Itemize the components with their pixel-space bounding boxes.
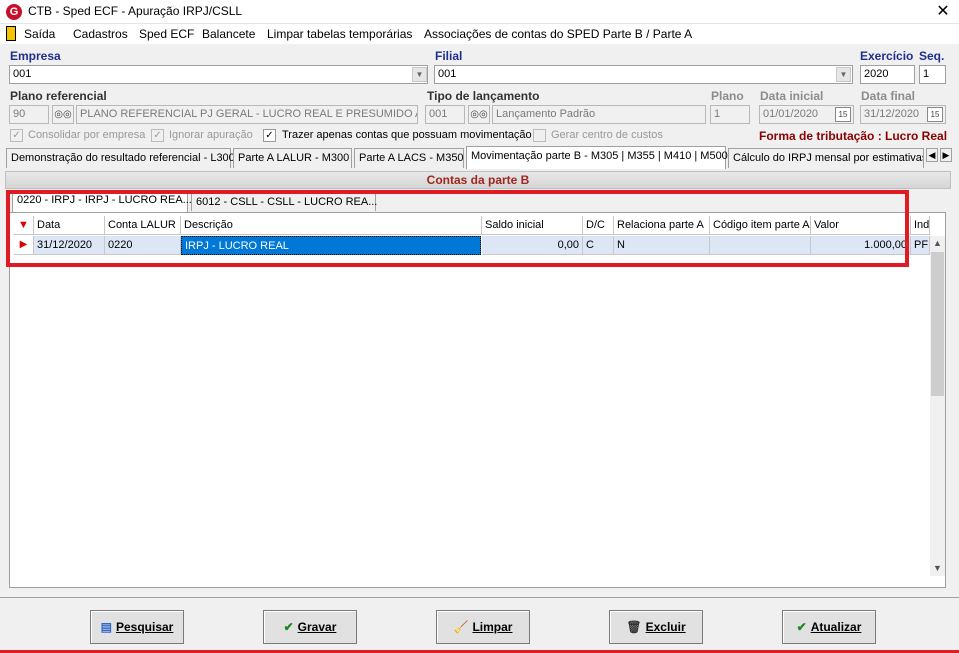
trash-icon: 🗑 (626, 620, 642, 634)
tab-calculo-irpj[interactable]: Cálculo do IRPJ mensal por estimativas - (728, 148, 924, 168)
atualizar-button[interactable]: ✔ Atualizar (782, 610, 876, 644)
contas-parte-b-header: Contas da parte B (5, 171, 951, 189)
seq-field[interactable]: 1 (919, 65, 946, 84)
gerar-label: Gerar centro de custos (551, 129, 663, 141)
forma-tributacao-text: Forma de tributação : Lucro Real (759, 129, 948, 143)
data-grid[interactable] (9, 212, 946, 588)
pesquisar-button[interactable]: ▤ Pesquisar (90, 610, 184, 644)
chevron-down-icon[interactable]: ▼ (836, 67, 851, 82)
menu-saida[interactable]: Saída (24, 27, 55, 41)
gerar-checkbox[interactable] (533, 129, 546, 142)
filial-label: Filial (435, 49, 463, 63)
search-form-icon: ▤ (100, 620, 112, 634)
exercicio-field[interactable]: 2020 (860, 65, 915, 84)
binoculars-search-icon[interactable]: ◎◎ (52, 105, 74, 124)
ignorar-label: Ignorar apuração (169, 129, 253, 141)
data-final-label: Data final (861, 89, 916, 103)
trazer-label: Trazer apenas contas que possuam movimen… (282, 129, 532, 141)
trazer-checkbox[interactable]: ✓ (263, 129, 276, 142)
tipo-lancamento-label: Tipo de lançamento (427, 89, 540, 103)
limpar-label: Limpar (472, 620, 513, 634)
divider (0, 597, 959, 598)
broom-icon: 🧹 (453, 620, 469, 634)
gravar-button[interactable]: ✔ Gravar (263, 610, 357, 644)
scrollbar-thumb[interactable] (931, 252, 944, 396)
plano-label: Plano (711, 89, 744, 103)
chevron-down-icon[interactable]: ▼ (412, 67, 427, 82)
plano-ref-desc-field: PLANO REFERENCIAL PJ GERAL - LUCRO REAL … (76, 105, 418, 124)
data-inicial-label: Data inicial (760, 89, 824, 103)
checkmark-icon: ✔ (796, 620, 807, 634)
header-ind[interactable]: Ind (911, 216, 930, 235)
menu-balancete[interactable]: Balancete (202, 27, 255, 41)
menu-limpar-tabelas[interactable]: Limpar tabelas temporárias (267, 27, 412, 41)
limpar-button[interactable]: 🧹 Limpar (436, 610, 530, 644)
tab-m300[interactable]: Parte A LALUR - M300 (233, 148, 352, 168)
app-logo-icon: G (6, 4, 22, 20)
tipo-lanc-code-field[interactable]: 001 (425, 105, 465, 124)
scroll-down-icon[interactable]: ▼ (933, 563, 942, 573)
tab-movimentacao-parte-b[interactable]: Movimentação parte B - M305 | M355 | M41… (466, 146, 728, 169)
seq-label: Seq. (919, 49, 945, 63)
exit-door-icon (6, 26, 16, 41)
calendar-icon[interactable]: 15 (927, 107, 943, 122)
calendar-icon[interactable]: 15 (835, 107, 851, 122)
tab-l300[interactable]: Demonstração do resultado referencial - … (6, 148, 235, 168)
empresa-label: Empresa (10, 49, 61, 63)
binoculars-search-icon[interactable]: ◎◎ (468, 105, 490, 124)
gravar-label: Gravar (297, 620, 337, 634)
highlight-annotation (6, 190, 909, 267)
window-title: CTB - Sped ECF - Apuração IRPJ/CSLL (28, 4, 243, 18)
tab-scroll-left-icon[interactable]: ◀ (926, 148, 938, 162)
checkmark-icon: ✔ (283, 620, 294, 634)
tipo-lanc-desc-field: Lançamento Padrão (492, 105, 706, 124)
empresa-combo[interactable]: 001 (9, 65, 428, 84)
exercicio-label: Exercício (860, 49, 914, 63)
close-icon[interactable]: ✕ (932, 1, 954, 23)
menu-sped-ecf[interactable]: Sped ECF (139, 27, 194, 41)
excluir-label: Excluir (645, 620, 686, 634)
consolidar-checkbox[interactable]: ✓ (10, 129, 23, 142)
menu-associacoes[interactable]: Associações de contas do SPED Parte B / … (424, 27, 692, 41)
menu-cadastros[interactable]: Cadastros (73, 27, 128, 41)
ignorar-checkbox[interactable]: ✓ (151, 129, 164, 142)
cell-ind[interactable]: PF (911, 236, 930, 255)
tab-m350[interactable]: Parte A LACS - M350 (354, 148, 464, 168)
plano-field[interactable]: 1 (710, 105, 750, 124)
plano-ref-code-field[interactable]: 90 (9, 105, 49, 124)
excluir-button[interactable]: 🗑 Excluir (609, 610, 703, 644)
pesquisar-label: Pesquisar (115, 620, 174, 634)
atualizar-label: Atualizar (810, 620, 862, 634)
filial-combo[interactable]: 001 (434, 65, 853, 84)
plano-referencial-label: Plano referencial (10, 89, 107, 103)
tab-scroll-right-icon[interactable]: ▶ (940, 148, 952, 162)
scroll-up-icon[interactable]: ▲ (933, 238, 942, 248)
consolidar-label: Consolidar por empresa (28, 129, 146, 141)
